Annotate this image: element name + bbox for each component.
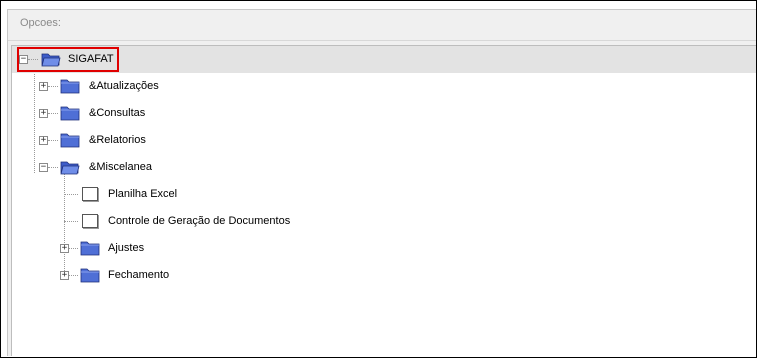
tree-node-label: &Miscelanea — [89, 161, 152, 173]
folder-closed-icon — [60, 133, 80, 148]
document-icon — [82, 214, 98, 228]
tree-connector — [48, 167, 58, 168]
tree-connector — [64, 221, 78, 222]
tree-node-label: &Atualizações — [89, 80, 159, 92]
tree-node-label: &Relatorios — [89, 134, 146, 146]
tree-connector — [48, 86, 58, 87]
folder-closed-icon — [80, 241, 100, 256]
tree-node-sigafat[interactable]: − SIGAFAT — [12, 46, 756, 73]
tree-node-label: &Consultas — [89, 107, 146, 119]
tree-node-controle-geracao-documentos[interactable]: Controle de Geração de Documentos — [12, 208, 756, 235]
menu-tree[interactable]: − SIGAFAT + &Atualizações + &Consultas +… — [11, 45, 756, 356]
tree-node-label: Controle de Geração de Documentos — [108, 215, 291, 227]
expand-toggle-icon[interactable]: + — [39, 109, 48, 118]
tree-node-consultas[interactable]: + &Consultas — [12, 100, 756, 127]
folder-closed-icon — [60, 79, 80, 94]
tree-node-label: Ajustes — [108, 242, 145, 254]
tree-node-label: Planilha Excel — [108, 188, 178, 200]
document-icon — [82, 187, 98, 201]
annotation-highlight-box — [17, 47, 119, 72]
tree-connector — [69, 248, 78, 249]
tree-node-atualizacoes[interactable]: + &Atualizações — [12, 73, 756, 100]
tree-node-fechamento[interactable]: + Fechamento — [12, 262, 756, 289]
tree-node-planilha-excel[interactable]: Planilha Excel — [12, 181, 756, 208]
tree-connector — [69, 275, 78, 276]
folder-closed-icon — [80, 268, 100, 283]
expand-toggle-icon[interactable]: + — [60, 271, 69, 280]
tree-connector — [64, 194, 78, 195]
tree-connector — [48, 113, 58, 114]
window-frame: Opcoes: − SIGAFAT + &Atualizações + &Con… — [0, 0, 757, 358]
tree-node-ajustes[interactable]: + Ajustes — [12, 235, 756, 262]
tree-node-relatorios[interactable]: + &Relatorios — [12, 127, 756, 154]
expand-toggle-icon[interactable]: + — [39, 136, 48, 145]
panel-title: Opcoes: — [20, 17, 61, 29]
folder-closed-icon — [60, 106, 80, 121]
folder-open-icon — [60, 161, 80, 175]
tree-node-miscelanea[interactable]: − &Miscelanea — [12, 154, 756, 181]
title-divider — [8, 40, 756, 41]
expand-toggle-icon[interactable]: + — [60, 244, 69, 253]
tree-node-label: Fechamento — [108, 269, 170, 281]
collapse-toggle-icon[interactable]: − — [39, 163, 48, 172]
expand-toggle-icon[interactable]: + — [39, 82, 48, 91]
tree-connector — [48, 140, 58, 141]
